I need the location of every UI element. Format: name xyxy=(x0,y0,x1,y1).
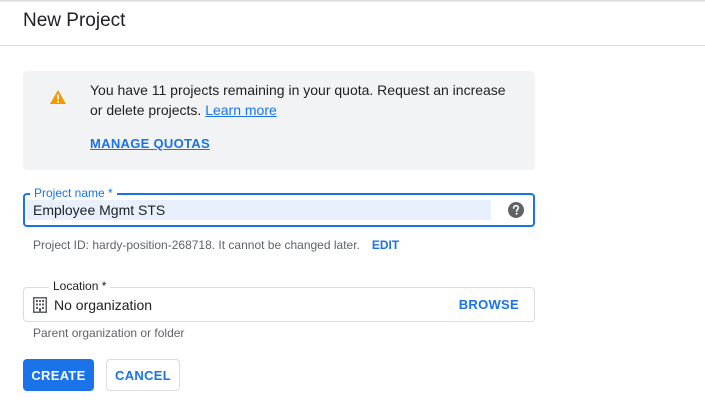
project-name-label: Project name * xyxy=(30,186,117,200)
cancel-button[interactable]: CANCEL xyxy=(106,359,180,391)
page-title: New Project xyxy=(23,10,126,31)
project-name-field[interactable]: Project name * xyxy=(23,186,535,227)
page-header: New Project xyxy=(0,0,705,46)
quota-notice: You have 11 projects remaining in your q… xyxy=(23,71,535,170)
location-field[interactable]: Location * No organization BROWSE xyxy=(23,279,535,322)
browse-button[interactable]: BROWSE xyxy=(459,297,519,312)
manage-quotas-link[interactable]: MANAGE QUOTAS xyxy=(90,136,210,151)
project-id-info: Project ID: hardy-position-268718. It ca… xyxy=(33,238,399,252)
quota-message-text: You have 11 projects remaining in your q… xyxy=(90,82,506,118)
learn-more-link[interactable]: Learn more xyxy=(205,102,277,118)
quota-message: You have 11 projects remaining in your q… xyxy=(90,80,520,120)
help-icon[interactable] xyxy=(508,202,524,218)
edit-project-id-button[interactable]: EDIT xyxy=(372,238,399,252)
location-value: No organization xyxy=(54,297,153,313)
create-button[interactable]: CREATE xyxy=(23,359,94,391)
location-hint: Parent organization or folder xyxy=(33,326,185,340)
project-name-input[interactable] xyxy=(27,200,491,220)
project-id-text: Project ID: hardy-position-268718. It ca… xyxy=(33,238,360,252)
building-icon xyxy=(33,297,47,313)
location-label: Location * xyxy=(49,279,111,293)
warning-icon xyxy=(50,90,66,104)
